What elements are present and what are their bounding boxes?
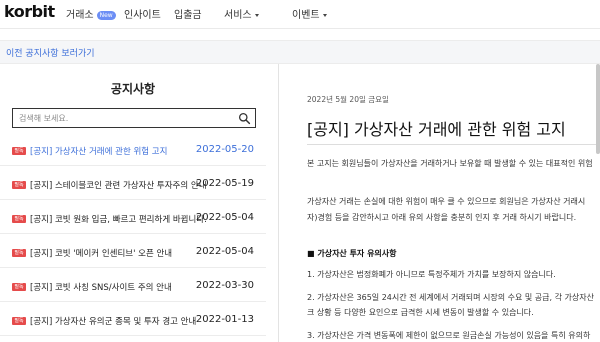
notice-title: [공지] 스테이블코인 관련 가상자산 투자주의 안내 <box>30 181 207 191</box>
notice-title: [공지] 코빗 원화 입금, 빠르고 편리하게 바뀝니다. <box>30 215 207 225</box>
notice-date: 2022-05-19 <box>195 178 254 189</box>
post-paragraph: 크 상황 등 다양한 요인으로 급격한 시세 변동이 발생할 수 있습니다. <box>307 308 534 317</box>
nav-insight-label: 인사이트 <box>124 10 161 21</box>
nav-services[interactable]: 서비스 <box>224 6 259 21</box>
sidebar-title: 공지사항 <box>110 82 156 96</box>
notice-date: 2022-01-13 <box>195 314 254 325</box>
nav-deposit-withdraw[interactable]: 입출금 <box>174 6 202 21</box>
must-read-tag: 필독 <box>12 181 26 189</box>
must-read-tag: 필독 <box>12 283 26 291</box>
notice-item[interactable]: 필독 [공지] 가상자산 거래에 관한 위험 고지 2022-05-20 <box>0 136 266 166</box>
notice-date: 2022-03-30 <box>195 280 254 291</box>
notice-item[interactable]: 필독 [공지] 코빗 '메이커 인센티브' 오픈 안내 2022-05-04 <box>0 238 266 268</box>
korbit-logo[interactable]: korbit <box>4 2 55 21</box>
notice-title: [공지] 코빗 '메이커 인센티브' 오픈 안내 <box>30 249 173 259</box>
notice-item[interactable]: 필독 [공지] 가상자산 유의군 종목 및 투자 경고 안내 2022-01-1… <box>0 306 266 336</box>
chevron-down-icon <box>254 13 259 17</box>
column-divider <box>278 64 279 342</box>
previous-notices-link[interactable]: 이전 공지사항 보러가기 <box>6 46 95 59</box>
post-title: [공지] 가상자산 거래에 관한 위험 고지 <box>307 120 566 139</box>
post-paragraph: 3. 가상자산은 가격 변동폭에 제한이 없으므로 원금손실 가능성이 있음을 … <box>307 331 591 340</box>
notice-date: 2022-05-20 <box>195 144 254 155</box>
post-date: 2022년 5월 20일 금요일 <box>307 95 389 104</box>
post-paragraph: 가상자산 거래는 손실에 대한 위험이 매우 클 수 있으므로 회원님은 가상자… <box>307 197 586 206</box>
search-box <box>12 108 256 128</box>
section-heading: ■ 가상자산 투자 유의사항 <box>307 249 397 258</box>
nav-services-label: 서비스 <box>224 10 252 21</box>
notice-content: 2022년 5월 20일 금요일 [공지] 가상자산 거래에 관한 위험 고지 … <box>280 64 600 342</box>
notice-date: 2022-05-04 <box>195 212 254 223</box>
notice-sidebar: 공지사항 필독 [공지] 가상자산 거래에 관한 위험 고지 2022-05-2… <box>0 64 266 342</box>
notice-item[interactable]: 필독 [공지] 코빗 원화 입금, 빠르고 편리하게 바뀝니다. 2022-05… <box>0 204 266 234</box>
notice-title: [공지] 코빗 사칭 SNS/사이트 주의 안내 <box>30 283 172 293</box>
search-icon[interactable] <box>238 112 251 125</box>
top-nav: korbit 거래소 New 인사이트 입출금 서비스 이벤트 <box>0 0 600 29</box>
nav-events-label: 이벤트 <box>292 10 320 21</box>
notice-date: 2022-05-04 <box>195 246 254 257</box>
chevron-down-icon <box>322 13 327 17</box>
new-badge: New <box>96 10 116 20</box>
post-paragraph: 1. 가상자산은 법정화폐가 아니므로 특정주체가 가치를 보장하지 않습니다. <box>307 270 556 279</box>
nav-exchange[interactable]: 거래소 New <box>66 6 116 21</box>
must-read-tag: 필독 <box>12 317 26 325</box>
nav-insight[interactable]: 인사이트 <box>124 6 161 21</box>
title-divider <box>307 144 600 145</box>
post-paragraph: 본 고지는 회원님들이 가상자산을 거래하거나 보유할 때 발생할 수 있는 대… <box>307 159 593 168</box>
notice-item[interactable]: 필독 [공지] 코빗 사칭 SNS/사이트 주의 안내 2022-03-30 <box>0 272 266 302</box>
post-paragraph: 자)경험 등을 감안하시고 아래 유의 사항을 충분히 인지 후 거래 하시기 … <box>307 213 577 222</box>
nav-exchange-label: 거래소 <box>66 10 94 21</box>
notice-title: [공지] 가상자산 유의군 종목 및 투자 경고 안내 <box>30 317 197 327</box>
must-read-tag: 필독 <box>12 147 26 155</box>
nav-deposit-withdraw-label: 입출금 <box>174 10 202 21</box>
search-input[interactable] <box>19 112 229 124</box>
must-read-tag: 필독 <box>12 249 26 257</box>
must-read-tag: 필독 <box>12 215 26 223</box>
content-scrollbar[interactable] <box>596 64 600 154</box>
notice-title: [공지] 가상자산 거래에 관한 위험 고지 <box>30 147 168 157</box>
sub-bar: 이전 공지사항 보러가기 <box>0 40 600 64</box>
nav-events[interactable]: 이벤트 <box>292 6 327 21</box>
notice-item[interactable]: 필독 [공지] 스테이블코인 관련 가상자산 투자주의 안내 2022-05-1… <box>0 170 266 200</box>
post-paragraph: 2. 가상자산은 365일 24시간 전 세계에서 거래되며 시장의 수요 및 … <box>307 293 594 302</box>
